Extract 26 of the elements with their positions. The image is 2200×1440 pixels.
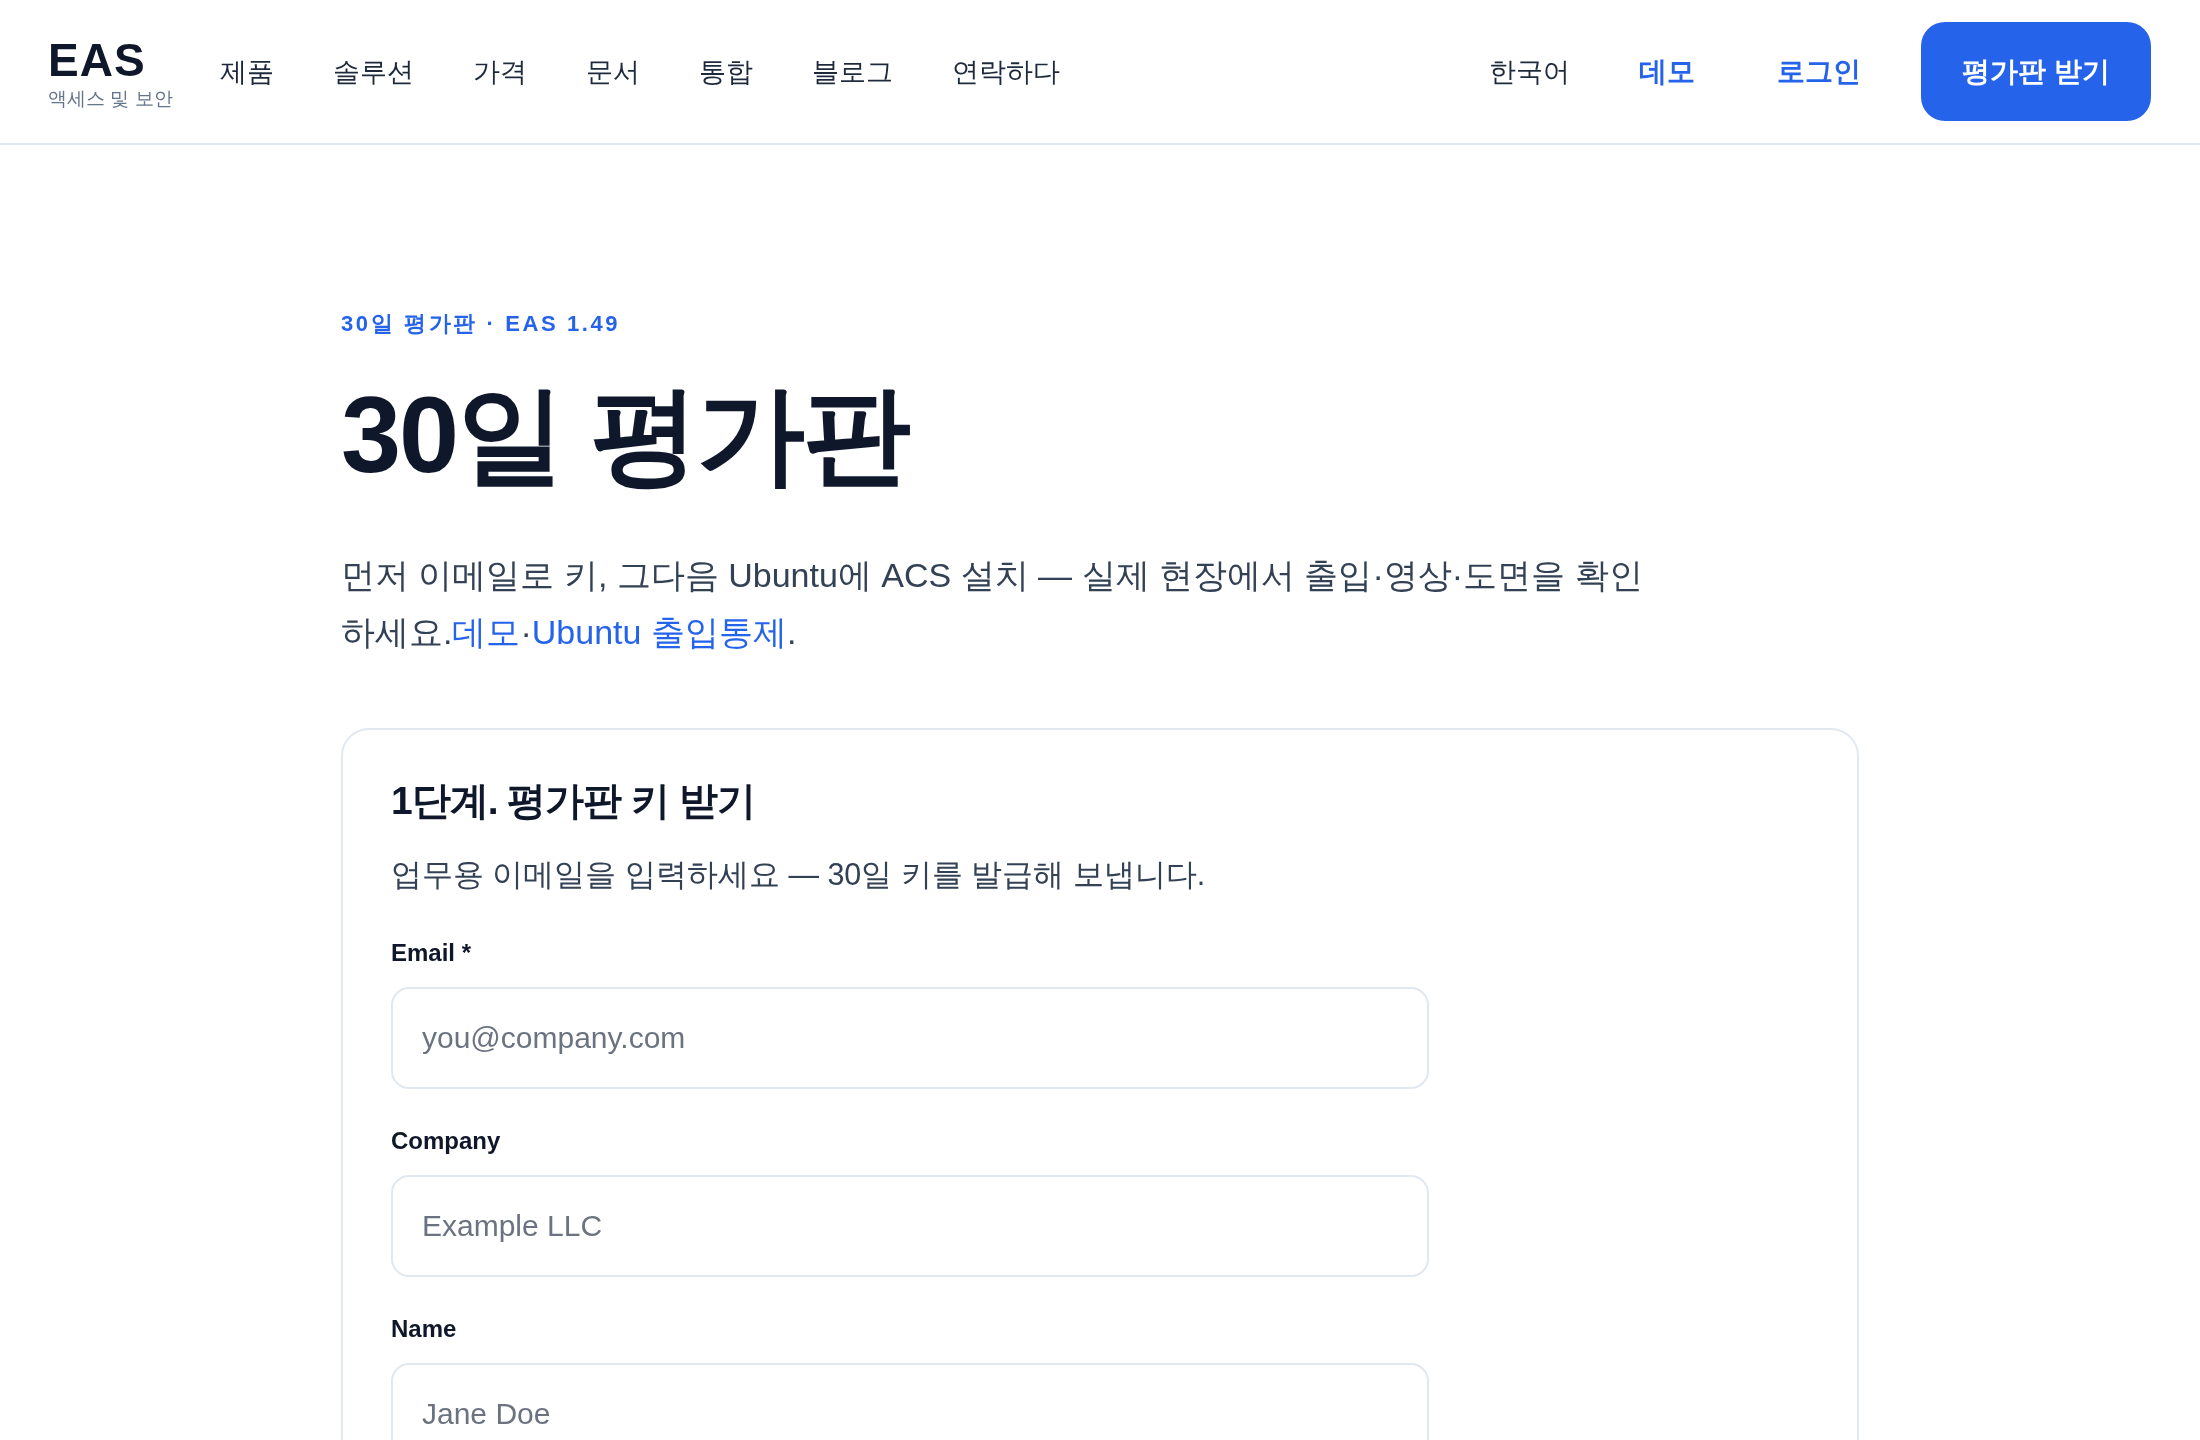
nav-link[interactable]: 통합 <box>698 53 753 90</box>
nav-link[interactable]: 연락하다 <box>951 53 1060 90</box>
brand-tagline: 액세스 및 보안 <box>48 86 173 111</box>
nav-link[interactable]: 제품 <box>219 53 274 90</box>
field-label: Email * <box>391 938 473 968</box>
eyebrow-text: 30일 평가판 · EAS 1.49 <box>341 310 622 338</box>
intro-link[interactable]: 데모 <box>452 613 521 651</box>
page-title: 30일 평가판 <box>341 373 911 497</box>
field-label: Company <box>391 1126 502 1156</box>
trial-button[interactable]: 평가판 받기 <box>1921 22 2151 121</box>
intro-text: 먼저 이메일로 키, 그다음 Ubuntu에 ACS 설치 — 실제 현장에서 출입·영상·도면을 확인하세요.데모·Ubuntu 출입통제. <box>341 555 1644 653</box>
header-link[interactable]: 로그인 <box>1736 52 1902 91</box>
nav-link[interactable]: 솔루션 <box>332 53 414 90</box>
input-field[interactable]: you@company.com <box>391 987 1429 1089</box>
nav-link[interactable]: 문서 <box>585 53 640 90</box>
card-subtitle: 업무용 이메일을 입력하세요 — 30일 키를 발급해 보냅니다. <box>391 856 1207 893</box>
input-field[interactable]: Jane Doe <box>391 1363 1429 1440</box>
field-label: Name <box>391 1314 458 1344</box>
card-title: 1단계. 평가판 키 받기 <box>391 778 757 824</box>
brand-name[interactable]: EAS <box>48 33 173 86</box>
nav-link[interactable]: 가격 <box>472 53 527 90</box>
header-link[interactable]: 데모 <box>1598 52 1736 91</box>
language-selector[interactable]: 한국어 <box>1489 53 1570 90</box>
input-field[interactable]: Example LLC <box>391 1175 1429 1277</box>
intro-link[interactable]: Ubuntu 출입통제 <box>531 613 787 651</box>
nav-link[interactable]: 블로그 <box>811 53 893 90</box>
